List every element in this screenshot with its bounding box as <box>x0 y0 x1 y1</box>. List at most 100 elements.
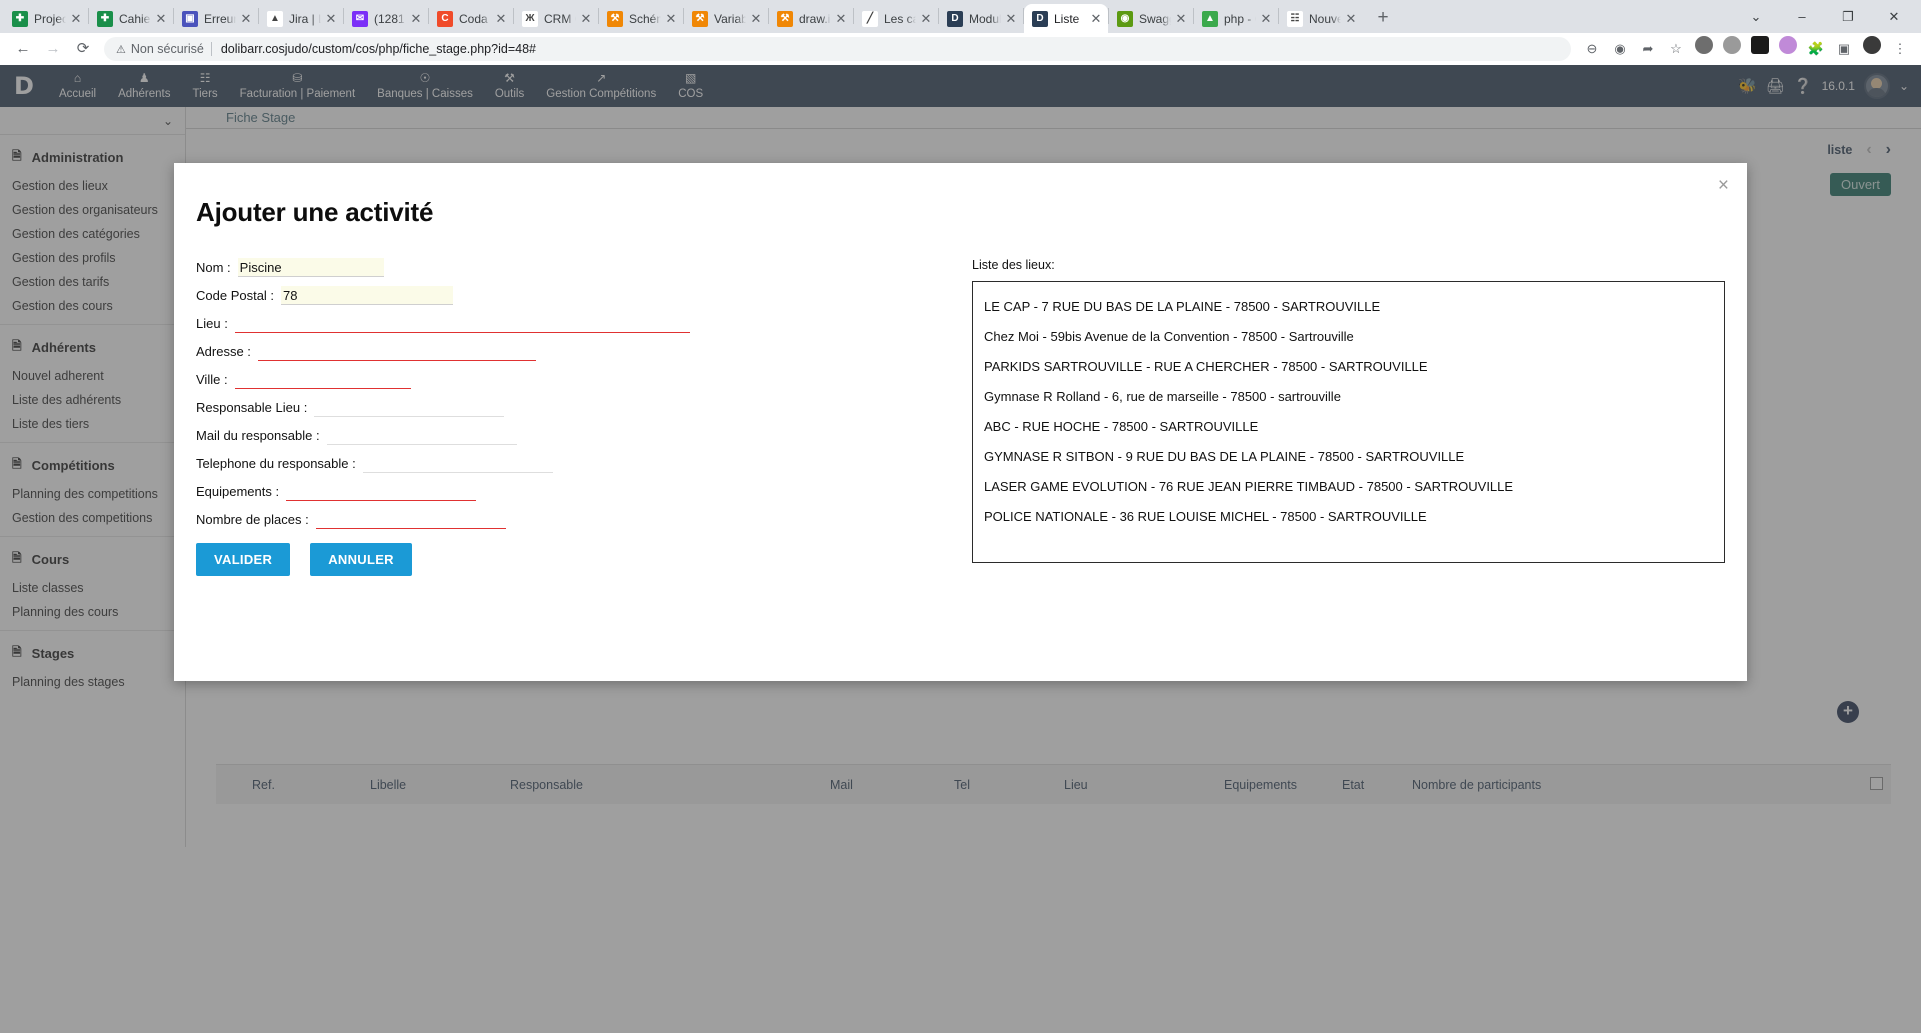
form-label: Mail du responsable : <box>196 427 320 443</box>
mail-responsable-field[interactable] <box>326 426 517 445</box>
list-item[interactable]: GYMNASE R SITBON - 9 RUE DU BAS DE LA PL… <box>979 442 1718 472</box>
back-button[interactable]: ← <box>8 35 38 63</box>
browser-tab-7[interactable]: ⚒ Schéma✕ <box>599 4 683 33</box>
swagger-icon: ◉ <box>1117 10 1133 27</box>
telephone-responsable-field[interactable] <box>362 454 553 473</box>
list-item[interactable]: ABC - RUE HOCHE - 78500 - SARTROUVILLE <box>979 412 1718 442</box>
extensions-puzzle-icon[interactable]: 🧩 <box>1803 36 1829 62</box>
url-text: dolibarr.cosjudo/custom/cos/php/fiche_st… <box>220 42 536 56</box>
valider-button[interactable]: VALIDER <box>196 543 291 576</box>
add-activity-modal: × Ajouter une activité Nom : Code Postal … <box>174 163 1747 681</box>
code-postal-field[interactable] <box>281 286 454 305</box>
tab-search-button[interactable]: ⌄ <box>1733 1 1779 33</box>
list-item[interactable]: Chez Moi - 59bis Avenue de la Convention… <box>979 322 1718 352</box>
sidepanel-icon[interactable]: ▣ <box>1831 36 1857 62</box>
nombre-places-field[interactable] <box>315 510 506 529</box>
ville-field[interactable] <box>234 370 411 389</box>
browser-tab-title: Schéma <box>629 11 661 26</box>
tab-close-icon[interactable]: ✕ <box>68 11 84 27</box>
browser-tab-8[interactable]: ⚒ Variable✕ <box>684 4 768 33</box>
tab-close-icon[interactable]: ✕ <box>1343 11 1359 27</box>
tab-close-icon[interactable]: ✕ <box>408 11 424 27</box>
browser-tab-6[interactable]: Ж CRM C✕ <box>514 4 598 33</box>
bookmark-star-icon[interactable]: ☆ <box>1663 36 1689 62</box>
new-tab-button[interactable]: + <box>1369 5 1397 33</box>
browser-tab-title: php - G <box>1224 11 1256 26</box>
browser-menu-icon[interactable]: ⋮ <box>1887 36 1913 62</box>
annuler-button[interactable]: ANNULER <box>310 543 412 576</box>
crm-icon: Ж <box>522 10 538 27</box>
tab-close-icon[interactable]: ✕ <box>918 11 934 27</box>
tab-close-icon[interactable]: ✕ <box>663 11 679 27</box>
php-icon: ▲ <box>1202 10 1218 27</box>
browser-tab-title: Jira | Lo <box>289 11 321 26</box>
browser-tab-title: draw.io <box>799 11 831 26</box>
zoom-out-icon[interactable]: ⊖ <box>1579 36 1605 62</box>
adblock-extension-icon[interactable] <box>1719 36 1745 62</box>
lieu-field[interactable] <box>234 314 690 333</box>
form-label: Nom : <box>196 259 231 275</box>
equipements-field[interactable] <box>286 482 477 501</box>
browser-tab-12[interactable]: D Liste ✕ <box>1024 4 1108 33</box>
drawio-icon: ⚒ <box>777 10 793 27</box>
tab-close-icon[interactable]: ✕ <box>238 11 254 27</box>
list-item[interactable]: LASER GAME EVOLUTION - 76 RUE JEAN PIERR… <box>979 472 1718 502</box>
nom-field[interactable] <box>237 258 384 277</box>
pocket-extension-icon[interactable] <box>1691 36 1717 62</box>
list-item[interactable]: POLICE NATIONALE - 36 RUE LOUISE MICHEL … <box>979 502 1718 532</box>
note-icon: ╱ <box>862 10 878 27</box>
browser-tab-10[interactable]: ╱ Les cat✕ <box>854 4 938 33</box>
tab-close-icon[interactable]: ✕ <box>323 11 339 27</box>
dolibarr-icon: D <box>1032 10 1048 27</box>
maximize-button[interactable]: ❐ <box>1825 1 1871 33</box>
close-window-button[interactable]: ✕ <box>1871 1 1917 33</box>
mail-icon: ✉ <box>352 10 368 27</box>
close-icon[interactable]: × <box>1718 175 1729 197</box>
teams-icon: ▣ <box>182 10 198 27</box>
list-item[interactable]: PARKIDS SARTROUVILLE - RUE A CHERCHER - … <box>979 352 1718 382</box>
browser-tab-9[interactable]: ⚒ draw.io✕ <box>769 4 853 33</box>
browser-tab-4[interactable]: ✉ (1281 n✕ <box>344 4 428 33</box>
tab-close-icon[interactable]: ✕ <box>1173 11 1189 27</box>
modal-body: Nom : Code Postal : Lieu : Adresse : Ville :… <box>174 228 1747 576</box>
browser-tab-0[interactable]: ✚ Project✕ <box>4 4 88 33</box>
responsable-lieu-field[interactable] <box>314 398 505 417</box>
drive-icon: ✚ <box>97 10 113 27</box>
toolbar-icons: ⊖ ◉ ➦ ☆ 🧩 ▣ ⋮ <box>1577 36 1913 62</box>
location-pin-icon[interactable]: ◉ <box>1607 36 1633 62</box>
security-label: Non sécurisé <box>130 42 204 56</box>
metamask-extension-icon[interactable] <box>1747 36 1773 62</box>
minimize-button[interactable]: – <box>1779 1 1825 33</box>
browser-tab-3[interactable]: ▲ Jira | Lo✕ <box>259 4 343 33</box>
form-label: Lieu : <box>196 315 228 331</box>
profile-avatar-icon[interactable] <box>1859 36 1885 62</box>
list-item[interactable]: LE CAP - 7 RUE DU BAS DE LA PLAINE - 785… <box>979 292 1718 322</box>
tab-close-icon[interactable]: ✕ <box>493 11 509 27</box>
form-row: Adresse : <box>196 342 956 361</box>
browser-tab-2[interactable]: ▣ Erreur ✕ <box>174 4 258 33</box>
adresse-field[interactable] <box>257 342 536 361</box>
reload-button[interactable]: ⟳ <box>68 35 98 63</box>
places-panel: Liste des lieux: LE CAP - 7 RUE DU BAS D… <box>956 258 1725 576</box>
colorpicker-extension-icon[interactable] <box>1775 36 1801 62</box>
tab-close-icon[interactable]: ✕ <box>748 11 764 27</box>
browser-tab-1[interactable]: ✚ Cahier ✕ <box>89 4 173 33</box>
share-icon[interactable]: ➦ <box>1635 36 1661 62</box>
browser-tab-13[interactable]: ◉ Swagge✕ <box>1109 4 1193 33</box>
address-bar[interactable]: ⚠ Non sécurisé dolibarr.cosjudo/custom/c… <box>104 37 1571 61</box>
tab-close-icon[interactable]: ✕ <box>1088 11 1104 27</box>
browser-tab-14[interactable]: ▲ php - G✕ <box>1194 4 1278 33</box>
tab-close-icon[interactable]: ✕ <box>833 11 849 27</box>
browser-tab-11[interactable]: D Modul ✕ <box>939 4 1023 33</box>
browser-tab-5[interactable]: C Coda | ✕ <box>429 4 513 33</box>
form-row: Lieu : <box>196 314 956 333</box>
list-item[interactable]: Gymnase R Rolland - 6, rue de marseille … <box>979 382 1718 412</box>
browser-tab-15[interactable]: ☷ Nouve ✕ <box>1279 4 1363 33</box>
forward-button[interactable]: → <box>38 35 68 63</box>
places-list[interactable]: LE CAP - 7 RUE DU BAS DE LA PLAINE - 785… <box>972 281 1725 563</box>
tab-close-icon[interactable]: ✕ <box>1258 11 1274 27</box>
form-label: Responsable Lieu : <box>196 399 308 415</box>
tab-close-icon[interactable]: ✕ <box>1003 11 1019 27</box>
tab-close-icon[interactable]: ✕ <box>153 11 169 27</box>
tab-close-icon[interactable]: ✕ <box>578 11 594 27</box>
